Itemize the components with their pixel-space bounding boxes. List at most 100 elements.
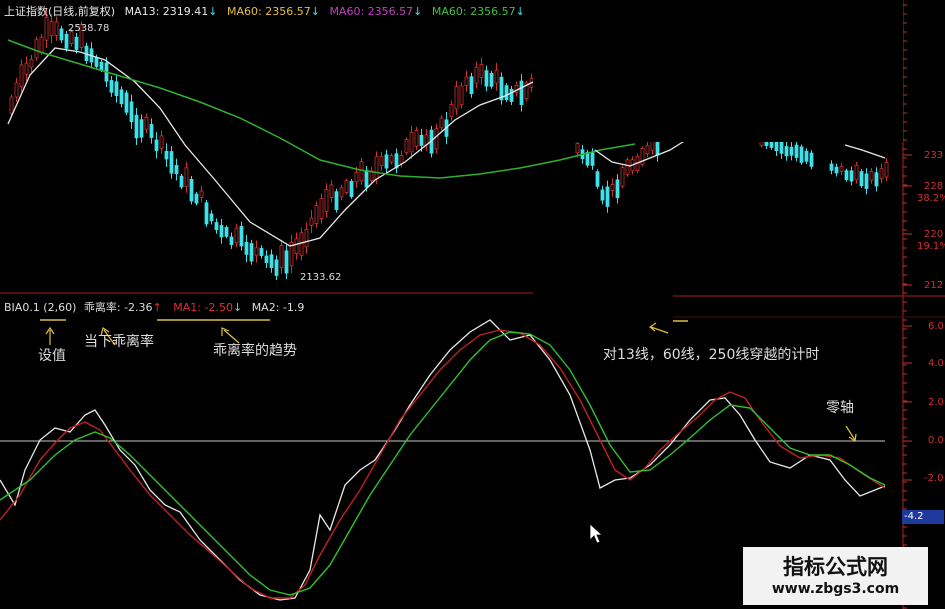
candle-down	[174, 165, 179, 175]
candle-down	[605, 186, 610, 207]
price-header: 上证指数(日线,前复权) MA13: 2319.41↓ MA60: 2356.5…	[4, 3, 525, 19]
candle-up	[9, 96, 14, 114]
candle-down	[784, 146, 789, 157]
candle-up	[650, 140, 655, 151]
candle-down	[109, 80, 114, 93]
watermark-logo: 指标公式网 www.zbgs3.com	[743, 547, 928, 605]
candle-up	[459, 85, 464, 106]
ma13-line-segment	[594, 139, 687, 167]
candle-down	[349, 180, 354, 197]
watermark-url: www.zbgs3.com	[771, 581, 900, 597]
ma13-line	[7, 47, 534, 247]
down-arrow-icon: ↓	[208, 5, 218, 18]
index-title: 上证指数(日线,前复权)	[4, 5, 116, 18]
candle-down	[874, 172, 879, 187]
down-arrow-icon: ↓	[310, 5, 320, 18]
candle-down	[384, 154, 389, 169]
watermark-name: 指标公式网	[783, 555, 888, 579]
ma60-label-3: MA60: 2356.57	[431, 5, 516, 18]
candle-up	[399, 155, 404, 164]
candle-up	[309, 217, 314, 226]
candle-up	[449, 104, 454, 118]
candle-up	[869, 171, 874, 181]
candle-down	[504, 85, 509, 100]
candle-up	[279, 245, 284, 269]
candle-down	[799, 146, 804, 163]
ma60-label-2: MA60: 2356.57	[329, 5, 414, 18]
candle-up	[54, 21, 59, 36]
candle-up	[234, 227, 239, 244]
candle-down	[585, 151, 590, 166]
candle-up	[434, 128, 439, 150]
candle-down	[794, 144, 799, 158]
candle-up	[494, 69, 499, 84]
annotation-setting: 设值	[38, 348, 66, 364]
ma13-label: MA13: 2319.41	[124, 5, 209, 18]
candle-down	[214, 222, 219, 231]
candle-up	[44, 16, 49, 41]
candle-up	[184, 167, 189, 187]
candle-down	[114, 81, 119, 97]
price-axis-label: 233	[924, 150, 944, 161]
candle-down	[779, 141, 784, 154]
candle-up	[39, 36, 44, 53]
candle-down	[615, 179, 620, 199]
ma60-label-1: MA60: 2356.57	[227, 5, 311, 18]
bias-axis-label: 6.0	[928, 321, 944, 332]
candle-up	[329, 184, 334, 198]
candle-up	[199, 190, 204, 198]
candle-down	[484, 70, 489, 87]
candle-up	[324, 189, 329, 212]
annotation-cross-timing: 对13线，60线，250线穿越的计时	[603, 347, 820, 363]
candle-down	[244, 241, 249, 255]
candle-up	[645, 145, 650, 154]
fib-axis-label: 19.1%	[917, 241, 945, 252]
candle-down	[204, 202, 209, 225]
candle-up	[879, 168, 884, 179]
candle-up	[404, 139, 409, 154]
candle-up	[299, 232, 304, 256]
price-axis-label: 228	[924, 181, 944, 192]
candle-down	[864, 173, 869, 189]
candle-up	[474, 66, 479, 84]
candle-down	[844, 170, 849, 180]
candle-down	[789, 146, 794, 156]
candle-down	[74, 36, 79, 50]
price-axis-label: 220	[924, 229, 944, 240]
candle-up	[34, 39, 39, 59]
candle-down	[509, 88, 514, 102]
candle-down	[834, 166, 839, 174]
candle-down	[489, 73, 494, 87]
candle-down	[99, 61, 104, 71]
candle-down	[249, 243, 254, 262]
annotation-current-bias: 当下乖离率	[84, 334, 154, 350]
candle-up	[314, 205, 319, 224]
candle-up	[254, 247, 259, 256]
annotation-bias-trend: 乖离率的趋势	[213, 343, 297, 359]
candle-down	[590, 152, 595, 166]
candle-up	[24, 62, 29, 75]
candle-up	[839, 166, 844, 172]
candle-up	[884, 162, 889, 178]
candle-down	[774, 141, 779, 152]
candle-up	[620, 167, 625, 187]
bias-ma1-value: MA1: -2.50	[173, 301, 233, 314]
candle-down	[334, 191, 339, 210]
current-value-badge: -4.2	[902, 510, 944, 524]
candle-down	[194, 193, 199, 204]
candle-down	[64, 33, 69, 49]
candle-up	[14, 82, 19, 98]
candle-up	[479, 64, 484, 78]
candle-down	[804, 150, 809, 162]
candle-down	[129, 101, 134, 123]
down-arrow-icon: ↓	[413, 5, 423, 18]
bias-indicator-name: BIA0.1 (2,60)	[4, 301, 77, 314]
candle-up	[144, 117, 149, 130]
candle-down	[59, 28, 64, 41]
candle-down	[274, 259, 279, 276]
candle-up	[354, 172, 359, 183]
candle-down	[655, 141, 660, 156]
candle-up	[304, 228, 309, 248]
candle-down	[239, 225, 244, 247]
candle-up	[854, 165, 859, 181]
